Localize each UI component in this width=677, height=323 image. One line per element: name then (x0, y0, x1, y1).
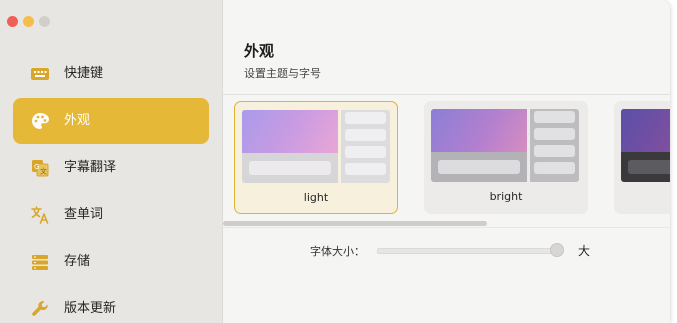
sidebar-item-subtitle-translate[interactable]: G 文 字幕翻译 (13, 145, 209, 191)
theme-preview (242, 110, 390, 183)
sidebar-item-lookup-word[interactable]: 查单词 (13, 192, 209, 238)
close-window-button[interactable] (7, 16, 18, 27)
horizontal-scrollbar[interactable] (223, 221, 487, 226)
preferences-window: 快捷键 外观 G 文 字幕翻译 查单词 存储 版本更新 外观 设置主题与字号 l… (0, 0, 670, 323)
font-size-max-label: 大 (578, 244, 591, 258)
keyboard-icon (30, 64, 50, 84)
sidebar-item-label: 存储 (64, 254, 91, 269)
page-title: 外观 (244, 42, 275, 60)
minimize-window-button[interactable] (23, 16, 34, 27)
sidebar: 快捷键 外观 G 文 字幕翻译 查单词 存储 版本更新 (0, 0, 223, 323)
font-size-label: 字体大小： (310, 245, 365, 258)
sidebar-item-storage[interactable]: 存储 (13, 239, 209, 285)
section-divider (223, 227, 670, 228)
theme-card-bright[interactable]: bright (424, 101, 588, 214)
svg-text:文: 文 (40, 167, 47, 176)
page-subtitle: 设置主题与字号 (244, 67, 321, 80)
sidebar-item-label: 外观 (64, 113, 91, 128)
subtitle-translate-icon: G 文 (30, 158, 50, 178)
theme-label: light (303, 191, 329, 204)
theme-preview (621, 109, 670, 182)
font-size-slider-thumb[interactable] (550, 243, 564, 257)
zoom-window-button[interactable] (39, 16, 50, 27)
svg-text:G: G (34, 163, 39, 171)
translate-icon (30, 205, 50, 225)
theme-label: bright (489, 190, 523, 203)
palette-icon (30, 111, 50, 131)
theme-card-light[interactable]: light (234, 101, 398, 214)
sidebar-item-label: 版本更新 (64, 301, 117, 316)
sidebar-item-appearance[interactable]: 外观 (13, 98, 209, 144)
sidebar-item-shortcuts[interactable]: 快捷键 (13, 51, 209, 97)
sidebar-item-label: 查单词 (64, 207, 104, 222)
sidebar-item-label: 快捷键 (64, 66, 104, 81)
header-divider (223, 94, 670, 95)
font-size-slider[interactable] (377, 248, 559, 254)
theme-preview (431, 109, 579, 182)
sidebar-item-label: 字幕翻译 (64, 160, 117, 175)
wrench-icon (30, 299, 50, 319)
storage-icon (30, 252, 50, 272)
main-panel: 外观 设置主题与字号 light bright 字体大小： 大 (223, 0, 670, 323)
sidebar-item-version-update[interactable]: 版本更新 (13, 286, 209, 323)
theme-card-dark[interactable] (614, 101, 670, 214)
